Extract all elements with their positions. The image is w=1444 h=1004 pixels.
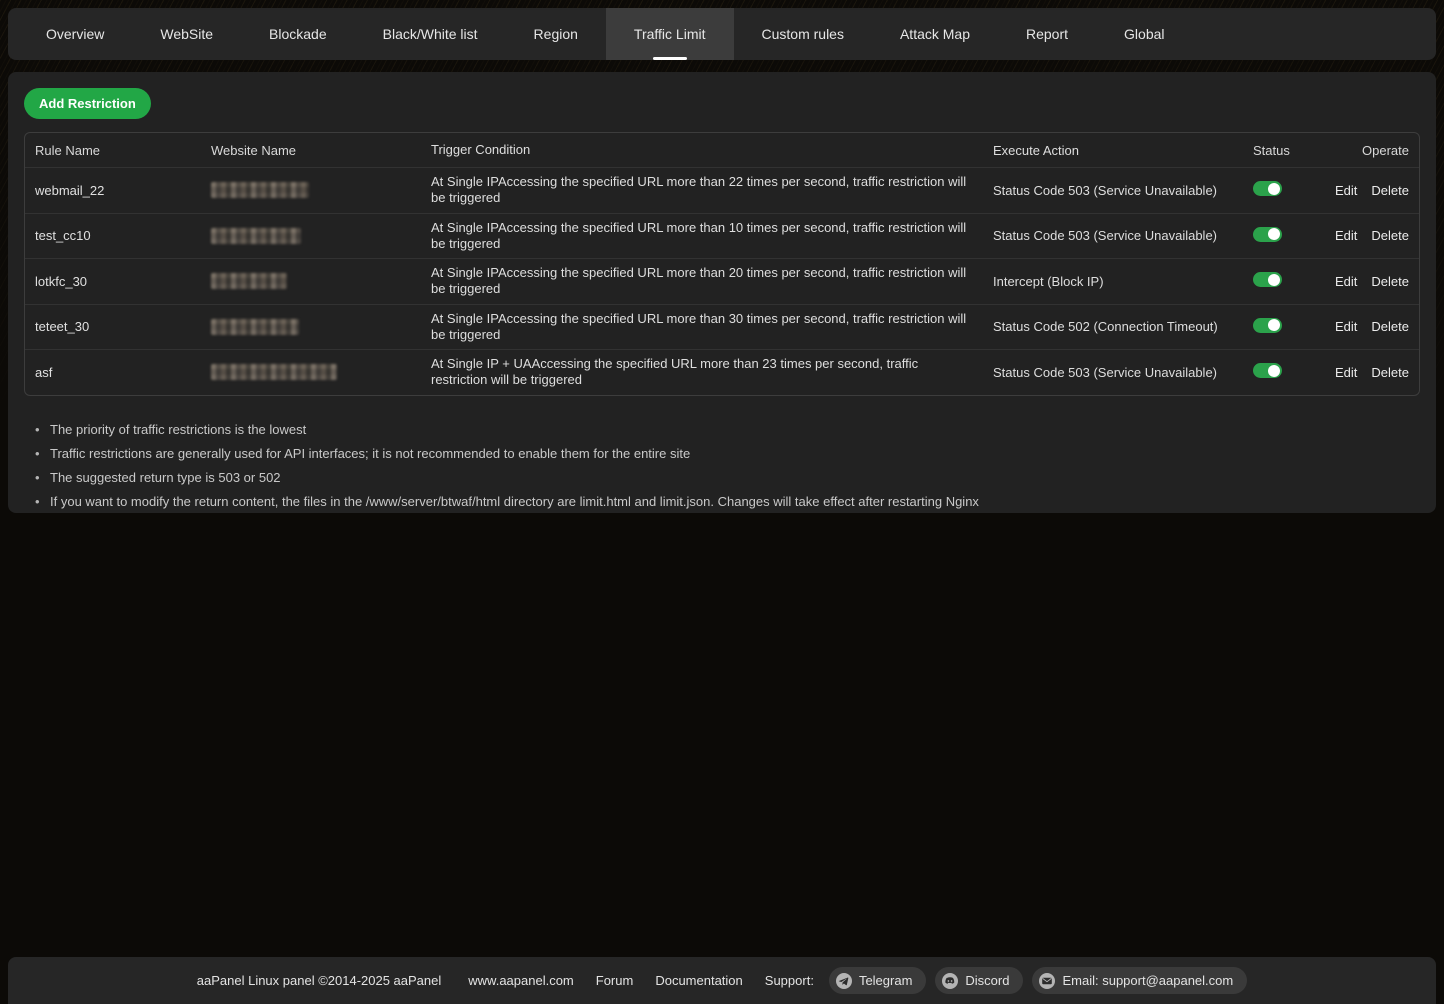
table-row: test_cc10 At Single IPAccessing the spec… xyxy=(25,213,1419,259)
header-operate: Operate xyxy=(1335,137,1419,164)
discord-button[interactable]: Discord xyxy=(935,967,1023,994)
footer-support-label: Support: xyxy=(765,973,814,988)
add-restriction-button[interactable]: Add Restriction xyxy=(24,88,151,119)
tab-global[interactable]: Global xyxy=(1096,8,1192,60)
table-row: asf At Single IP + UAAccessing the speci… xyxy=(25,349,1419,395)
telegram-button[interactable]: Telegram xyxy=(829,967,926,994)
header-rule-name: Rule Name xyxy=(25,137,201,164)
header-status: Status xyxy=(1243,137,1335,164)
delete-link[interactable]: Delete xyxy=(1371,365,1409,380)
delete-link[interactable]: Delete xyxy=(1371,183,1409,198)
execute-action: Intercept (Block IP) xyxy=(983,268,1243,295)
table-row: teteet_30 At Single IPAccessing the spec… xyxy=(25,304,1419,350)
header-website-name: Website Name xyxy=(201,137,421,164)
note-item: The priority of traffic restrictions is … xyxy=(32,418,979,442)
top-nav: Overview WebSite Blockade Black/White li… xyxy=(8,8,1436,60)
email-icon xyxy=(1039,973,1055,989)
footer-forum-link[interactable]: Forum xyxy=(596,973,634,988)
header-trigger-condition: Trigger Condition xyxy=(421,136,983,164)
website-name-redacted xyxy=(211,228,301,244)
status-toggle[interactable] xyxy=(1253,272,1282,287)
trigger-condition: At Single IPAccessing the specified URL … xyxy=(421,259,983,304)
edit-link[interactable]: Edit xyxy=(1335,183,1357,198)
edit-link[interactable]: Edit xyxy=(1335,228,1357,243)
telegram-label: Telegram xyxy=(859,973,912,988)
website-name-redacted xyxy=(211,182,309,198)
edit-link[interactable]: Edit xyxy=(1335,365,1357,380)
execute-action: Status Code 503 (Service Unavailable) xyxy=(983,359,1243,386)
website-name-redacted xyxy=(211,273,287,289)
discord-label: Discord xyxy=(965,973,1009,988)
delete-link[interactable]: Delete xyxy=(1371,274,1409,289)
website-name-redacted xyxy=(211,364,337,380)
discord-icon xyxy=(942,973,958,989)
execute-action: Status Code 503 (Service Unavailable) xyxy=(983,177,1243,204)
footer-copyright: aaPanel Linux panel ©2014-2025 aaPanel xyxy=(197,973,442,988)
note-item: If you want to modify the return content… xyxy=(32,490,979,514)
tab-region[interactable]: Region xyxy=(506,8,606,60)
trigger-condition: At Single IPAccessing the specified URL … xyxy=(421,168,983,213)
rule-name: teteet_30 xyxy=(25,313,201,340)
tab-black-white-list[interactable]: Black/White list xyxy=(355,8,506,60)
status-toggle[interactable] xyxy=(1253,363,1282,378)
website-name-redacted xyxy=(211,319,299,335)
edit-link[interactable]: Edit xyxy=(1335,319,1357,334)
traffic-rules-table: Rule Name Website Name Trigger Condition… xyxy=(24,132,1420,396)
note-item: Traffic restrictions are generally used … xyxy=(32,442,979,466)
edit-link[interactable]: Edit xyxy=(1335,274,1357,289)
tab-blockade[interactable]: Blockade xyxy=(241,8,355,60)
note-item: The suggested return type is 503 or 502 xyxy=(32,466,979,490)
rule-name: lotkfc_30 xyxy=(25,268,201,295)
tab-report[interactable]: Report xyxy=(998,8,1096,60)
delete-link[interactable]: Delete xyxy=(1371,228,1409,243)
delete-link[interactable]: Delete xyxy=(1371,319,1409,334)
trigger-condition: At Single IPAccessing the specified URL … xyxy=(421,305,983,350)
tab-overview[interactable]: Overview xyxy=(18,8,132,60)
telegram-icon xyxy=(836,973,852,989)
status-toggle[interactable] xyxy=(1253,318,1282,333)
table-row: lotkfc_30 At Single IPAccessing the spec… xyxy=(25,258,1419,304)
rule-name: test_cc10 xyxy=(25,222,201,249)
table-header-row: Rule Name Website Name Trigger Condition… xyxy=(25,133,1419,167)
tab-attack-map[interactable]: Attack Map xyxy=(872,8,998,60)
email-button[interactable]: Email: support@aapanel.com xyxy=(1032,967,1247,994)
traffic-limit-panel: Add Restriction Rule Name Website Name T… xyxy=(8,72,1436,513)
execute-action: Status Code 503 (Service Unavailable) xyxy=(983,222,1243,249)
table-row: webmail_22 At Single IPAccessing the spe… xyxy=(25,167,1419,213)
status-toggle[interactable] xyxy=(1253,227,1282,242)
email-label: Email: support@aapanel.com xyxy=(1062,973,1233,988)
trigger-condition: At Single IP + UAAccessing the specified… xyxy=(421,350,983,395)
trigger-condition: At Single IPAccessing the specified URL … xyxy=(421,214,983,259)
tab-website[interactable]: WebSite xyxy=(132,8,241,60)
tab-custom-rules[interactable]: Custom rules xyxy=(734,8,872,60)
status-toggle[interactable] xyxy=(1253,181,1282,196)
header-execute-action: Execute Action xyxy=(983,137,1243,164)
footer-documentation-link[interactable]: Documentation xyxy=(655,973,742,988)
footer-website-link[interactable]: www.aapanel.com xyxy=(468,973,574,988)
execute-action: Status Code 502 (Connection Timeout) xyxy=(983,313,1243,340)
rule-name: asf xyxy=(25,359,201,386)
rule-name: webmail_22 xyxy=(25,177,201,204)
tab-traffic-limit[interactable]: Traffic Limit xyxy=(606,8,734,60)
notes-list: The priority of traffic restrictions is … xyxy=(32,418,979,514)
footer-bar: aaPanel Linux panel ©2014-2025 aaPanel w… xyxy=(8,957,1436,1004)
